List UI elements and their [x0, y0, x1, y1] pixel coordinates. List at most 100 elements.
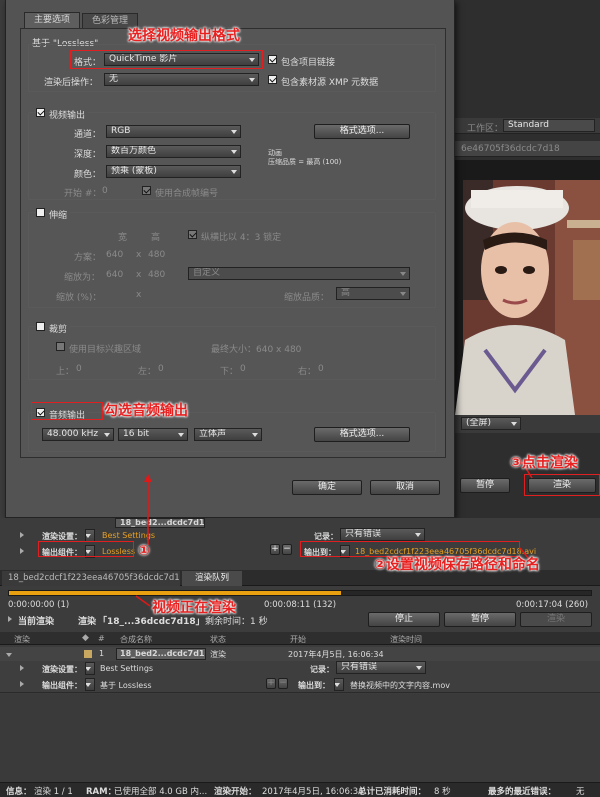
- audio-highlight: [31, 402, 103, 420]
- current-render-label: 当前渲染: [18, 617, 55, 627]
- scale-quality-label: 缩放品质：: [284, 293, 330, 303]
- expand-arrow-icon: [20, 665, 24, 671]
- row-output-to-value[interactable]: 替换视频中的文字内容.mov: [350, 680, 450, 691]
- row-remove-output-button[interactable]: −: [278, 678, 288, 689]
- render-highlight: [524, 474, 600, 496]
- scale-quality-select[interactable]: 高: [336, 287, 410, 300]
- tab-color-management[interactable]: 色彩管理: [82, 13, 138, 28]
- color-select[interactable]: 预乘 (蒙板): [106, 165, 241, 178]
- add-output-button[interactable]: +: [270, 544, 280, 555]
- use-roi-checkbox[interactable]: [56, 342, 65, 351]
- status-info-value: 渲染 1 / 1: [34, 787, 73, 797]
- col-comp-name[interactable]: 合成名称: [120, 634, 152, 645]
- include-project-link-label: 包含项目链接: [281, 58, 336, 68]
- scale-height: 480: [148, 270, 166, 280]
- current-render-expand[interactable]: [8, 615, 12, 625]
- depth-label: 深度：: [74, 150, 102, 160]
- row-expand[interactable]: [6, 650, 12, 660]
- row-output-module-expand[interactable]: [20, 680, 24, 690]
- progress-end-time: 0:00:17:04 (260): [516, 600, 589, 610]
- tab-composition[interactable]: 18_bed2cdcf1f223eea46705f36dcdc7d18: [2, 571, 180, 586]
- workspace-select[interactable]: Standard: [503, 119, 595, 132]
- row-output-module-label: 输出组件：: [42, 681, 82, 690]
- ok-button[interactable]: 确定: [292, 480, 362, 495]
- scale-percent-label: 缩放 (%)：: [56, 293, 102, 303]
- sample-rate-select[interactable]: 48.000 kHz: [42, 428, 114, 441]
- final-size-label: 最终大小：640 x 480: [211, 345, 302, 355]
- scale-percent-x: x: [136, 290, 142, 300]
- status-total-time-label: 总计已消耗时间：: [358, 787, 427, 797]
- codec-info-line2: 压缩品质 = 最高 (100): [268, 158, 342, 166]
- status-info-label: 信息：: [6, 787, 32, 797]
- crop-right-label: 右：: [298, 367, 317, 377]
- render-button-disabled[interactable]: 渲染: [520, 612, 592, 627]
- video-output-label: 视频输出: [49, 108, 89, 121]
- row-render-settings-select[interactable]: [85, 662, 95, 675]
- bit-depth-select[interactable]: 16 bit: [118, 428, 188, 441]
- row-add-output-button[interactable]: +: [266, 678, 276, 689]
- cancel-button[interactable]: 取消: [370, 480, 440, 495]
- include-project-link-checkbox[interactable]: [268, 55, 277, 64]
- stop-button[interactable]: 停止: [368, 612, 440, 627]
- depth-select[interactable]: 数百万颜色: [106, 145, 241, 158]
- channels-select[interactable]: 立体声: [194, 428, 262, 441]
- zoom-select[interactable]: (全屏): [461, 417, 521, 430]
- progress-current-time: 0:00:08:11 (132): [264, 600, 337, 610]
- crop-checkbox[interactable]: [36, 322, 45, 331]
- upper-log-select[interactable]: 只有错误: [340, 528, 425, 541]
- include-xmp-checkbox[interactable]: [268, 75, 277, 84]
- expand-arrow-icon: [8, 616, 12, 622]
- comp-viewer-tab[interactable]: 6e46705f36dcdc7d18: [455, 141, 600, 157]
- row-output-to-select[interactable]: [334, 678, 344, 691]
- row-start: 2017年4月5日, 16:06:34: [288, 650, 384, 659]
- crop-top-value: 0: [76, 364, 82, 374]
- row-render-settings-expand[interactable]: [20, 664, 24, 674]
- row-status: 渲染: [210, 650, 226, 659]
- col-number[interactable]: #: [98, 634, 105, 643]
- width-column-label: 宽: [118, 233, 128, 243]
- remove-output-button[interactable]: −: [282, 544, 292, 555]
- col-start[interactable]: 开始: [290, 634, 306, 645]
- upper-expand-1[interactable]: [20, 531, 24, 541]
- status-last-error-label: 最多的最近错误：: [488, 787, 557, 797]
- crop-left-value: 0: [158, 364, 164, 374]
- crop-left-label: 左：: [138, 367, 157, 377]
- use-comp-frame-label: 使用合成帧编号: [155, 189, 219, 199]
- channel-select[interactable]: RGB: [106, 125, 241, 138]
- row-label-color[interactable]: [84, 650, 92, 658]
- row-output-module-select[interactable]: [85, 678, 95, 691]
- right-pause-button[interactable]: 暂停: [460, 478, 510, 493]
- row-log-select[interactable]: 只有错误: [336, 661, 426, 674]
- row-comp-name[interactable]: 18_bed2...dcdc7d18: [116, 648, 206, 660]
- stretch-checkbox[interactable]: [36, 208, 45, 217]
- table-row[interactable]: 1 18_bed2...dcdc7d18 渲染 2017年4月5日, 16:06…: [0, 647, 600, 661]
- row-output-to-label: 输出到：: [298, 681, 330, 690]
- channel-label: 通道：: [74, 130, 102, 140]
- post-render-select[interactable]: 无: [104, 73, 259, 86]
- crop-label: 裁剪: [49, 322, 71, 335]
- custom-size-select[interactable]: 自定义: [188, 267, 410, 280]
- annotation-rendering: 视频正在渲染: [152, 600, 236, 616]
- row-output-module-value[interactable]: 基于 Lossless: [100, 680, 152, 691]
- pause-button[interactable]: 暂停: [444, 612, 516, 627]
- dims-x: x: [136, 250, 142, 260]
- col-render-time[interactable]: 渲染时间: [390, 634, 422, 645]
- audio-format-options-button[interactable]: 格式选项...: [314, 427, 410, 442]
- crop-top-label: 上：: [56, 367, 75, 377]
- col-status[interactable]: 状态: [210, 634, 226, 645]
- row-log-label: 记录：: [310, 665, 334, 674]
- tab-render-queue[interactable]: 渲染队列: [182, 571, 242, 586]
- tab-main-options[interactable]: 主要选项: [24, 12, 80, 28]
- workspace-bar: 工作区： Standard: [455, 118, 600, 134]
- video-output-checkbox[interactable]: [36, 108, 45, 117]
- output-module-dialog: 主要选项 色彩管理 基于 "Lossless" 格式： QuickTime 影片…: [5, 0, 455, 518]
- video-format-options-button[interactable]: 格式选项...: [314, 124, 410, 139]
- upper-expand-2[interactable]: [20, 547, 24, 557]
- use-comp-frame-checkbox[interactable]: [142, 186, 151, 195]
- col-render[interactable]: 渲染: [14, 634, 30, 645]
- status-render-start-value: 2017年4月5日, 16:06:34: [262, 787, 364, 797]
- upper-render-settings-value[interactable]: Best Settings: [102, 531, 155, 540]
- lock-aspect-checkbox[interactable]: [188, 230, 197, 239]
- upper-queue-row[interactable]: 18_bed2...dcdc7d18: [115, 518, 205, 528]
- row-render-settings-value[interactable]: Best Settings: [100, 664, 153, 673]
